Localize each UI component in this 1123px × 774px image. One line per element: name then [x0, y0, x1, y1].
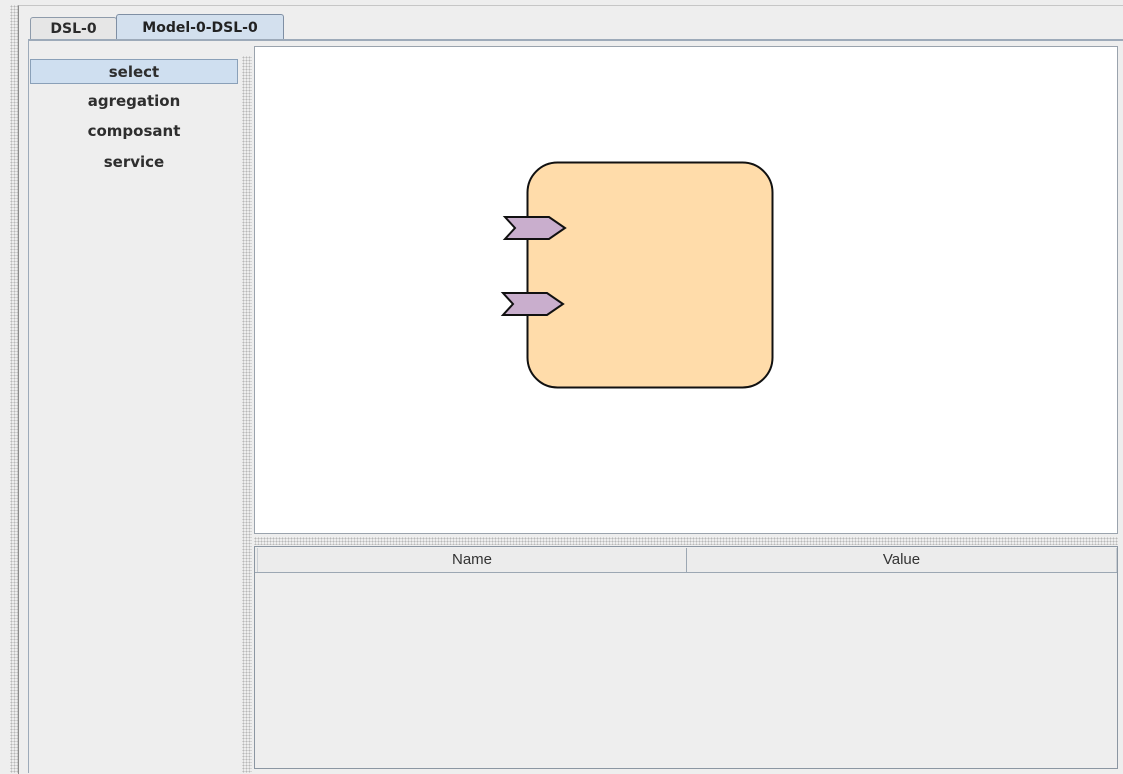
tab-dsl-0[interactable]: DSL-0: [30, 17, 117, 39]
properties-table-header: Name Value: [255, 548, 1117, 573]
palette-split-divider[interactable]: [242, 56, 252, 773]
canvas-properties-divider[interactable]: [254, 537, 1118, 545]
palette-item-composant[interactable]: composant: [30, 119, 238, 144]
column-header-name[interactable]: Name: [257, 548, 687, 572]
tab-bar: DSL-0 Model-0-DSL-0: [28, 14, 1123, 40]
palette-item-service[interactable]: service: [30, 150, 238, 175]
tab-model-0-dsl-0[interactable]: Model-0-DSL-0: [116, 14, 284, 40]
left-resize-grip[interactable]: [10, 5, 18, 773]
diagram-svg: [500, 161, 774, 389]
tool-palette: select agregation composant service: [30, 56, 242, 773]
column-header-value[interactable]: Value: [687, 548, 1117, 572]
properties-table[interactable]: Name Value: [254, 546, 1118, 769]
component-node[interactable]: [526, 161, 774, 389]
palette-item-agregation[interactable]: agregation: [30, 89, 238, 114]
diagram-canvas[interactable]: [254, 46, 1118, 534]
palette-item-select[interactable]: select: [30, 59, 238, 84]
